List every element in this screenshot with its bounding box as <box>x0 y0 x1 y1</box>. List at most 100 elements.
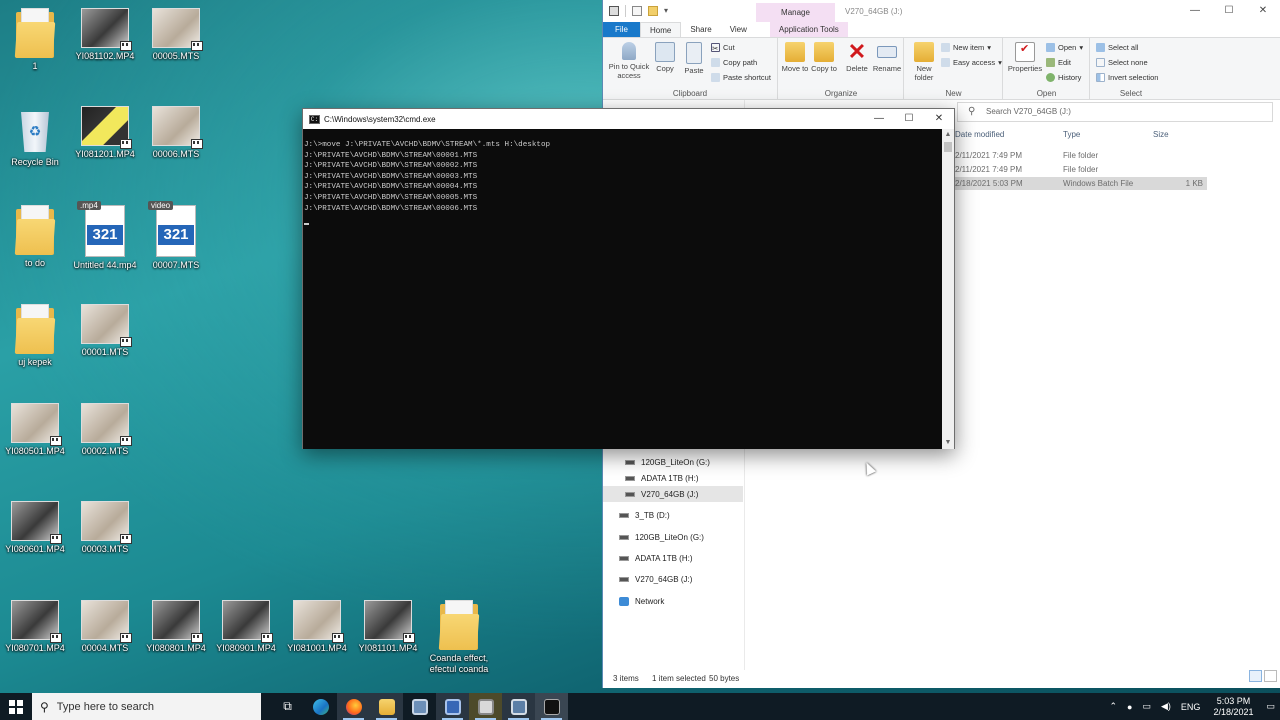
desktop-icon[interactable]: 321 video 00007.MTS <box>142 201 210 271</box>
file-row[interactable]: 2/11/2021 7:49 PM File folder <box>955 149 1207 162</box>
close-icon[interactable]: ✕ <box>1246 0 1280 22</box>
cmd-console-output[interactable]: J:\>move J:\PRIVATE\AVCHD\BDMV\STREAM\*.… <box>303 129 943 449</box>
desktop-icon[interactable]: 00005.MTS <box>142 8 210 62</box>
desktop-icon[interactable]: YI080501.MP4 <box>1 403 69 457</box>
app-button-3[interactable] <box>502 693 535 720</box>
file-row[interactable]: 2/11/2021 7:49 PM File folder <box>955 163 1207 176</box>
notifications-icon[interactable]: ▭ <box>1266 701 1275 712</box>
file-explorer-button[interactable] <box>370 693 403 720</box>
desktop-icon[interactable]: 00004.MTS <box>71 600 139 654</box>
desktop-icon[interactable]: 00003.MTS <box>71 501 139 555</box>
chevron-up-icon[interactable]: ⌃ <box>1110 701 1118 712</box>
tab-view[interactable]: View <box>721 22 756 37</box>
cmd-scrollbar[interactable]: ▲ ▼ <box>942 129 954 449</box>
scroll-up-icon[interactable]: ▲ <box>942 129 954 141</box>
minimize-icon[interactable]: — <box>1178 0 1212 22</box>
properties-quick-icon[interactable] <box>632 6 642 16</box>
clock[interactable]: 5:03 PM 2/18/2021 <box>1213 696 1253 718</box>
explorer-search-input[interactable]: ⚲ Search V270_64GB (J:) <box>957 102 1273 122</box>
tab-home[interactable]: Home <box>640 22 682 37</box>
nav-item[interactable]: ADATA 1TB (H:) <box>625 470 699 486</box>
desktop-icon[interactable]: YI081102.MP4 <box>71 8 139 62</box>
easy-access-button[interactable]: Easy access ▾ <box>941 58 1002 67</box>
nav-item[interactable]: ADATA 1TB (H:) <box>619 550 693 566</box>
desktop-icon[interactable]: uj kepek <box>1 304 69 368</box>
start-button[interactable] <box>0 693 32 720</box>
details-view-icon[interactable] <box>1249 670 1262 682</box>
column-type[interactable]: Type <box>1063 130 1080 139</box>
microphone-icon[interactable]: ● <box>1127 702 1132 712</box>
firefox-button[interactable] <box>337 693 370 720</box>
desktop-icon[interactable]: Coanda effect, efectul coanda <box>425 600 493 675</box>
cmd-taskbar-button[interactable] <box>535 693 568 720</box>
manage-tab[interactable]: Manage <box>756 3 835 22</box>
copy-button[interactable]: Copy <box>653 42 677 73</box>
volume-icon[interactable]: ◀) <box>1161 701 1171 712</box>
desktop-icon[interactable]: YI081001.MP4 <box>283 600 351 654</box>
maximize-icon[interactable]: ☐ <box>1212 0 1246 22</box>
desktop-icon[interactable]: to do <box>1 205 69 269</box>
maximize-icon[interactable]: ☐ <box>894 109 924 129</box>
nav-item[interactable]: 120GB_LiteOn (G:) <box>619 529 704 545</box>
desktop-icon[interactable]: 321 .mp4 Untitled 44.mp4 <box>71 201 139 271</box>
network-icon[interactable]: ▭ <box>1142 701 1151 712</box>
column-date-modified[interactable]: Date modified <box>955 130 1004 139</box>
console-line: J:\PRIVATE\AVCHD\BDMV\STREAM\00004.MTS <box>304 183 478 192</box>
column-size[interactable]: Size <box>1153 130 1169 139</box>
desktop-icon[interactable]: YI080901.MP4 <box>212 600 280 654</box>
nav-item[interactable]: Network <box>619 593 664 609</box>
copy-path-button[interactable]: Copy path <box>711 58 757 67</box>
desktop-icon[interactable]: YI080601.MP4 <box>1 501 69 555</box>
app-button-2[interactable] <box>436 693 469 720</box>
move-to-button[interactable]: Move to <box>781 42 809 73</box>
customize-quick-access-icon[interactable]: ▾ <box>664 6 674 16</box>
history-button[interactable]: History <box>1046 73 1081 82</box>
tab-share[interactable]: Share <box>681 22 720 37</box>
copy-to-button[interactable]: Copy to <box>810 42 838 73</box>
delete-button[interactable]: ✕ Delete <box>843 41 871 74</box>
minimize-icon[interactable]: — <box>864 109 894 129</box>
edge-button[interactable] <box>304 693 337 720</box>
task-view-button[interactable]: ⧉ <box>271 693 304 720</box>
desktop-icon[interactable]: 00002.MTS <box>71 403 139 457</box>
paste-button[interactable]: Paste <box>681 42 707 75</box>
new-item-button[interactable]: New item ▾ <box>941 43 991 52</box>
file-row[interactable]: 2/18/2021 5:03 PM Windows Batch File 1 KB <box>955 177 1207 190</box>
tab-file[interactable]: File <box>603 22 640 37</box>
nav-item[interactable]: 3_TB (D:) <box>619 507 670 523</box>
taskbar-search-box[interactable]: ⚲ Type here to search <box>32 693 261 720</box>
desktop-icon[interactable]: YI081201.MP4 <box>71 106 139 160</box>
desktop-icon[interactable]: 00001.MTS <box>71 304 139 358</box>
desktop-icon[interactable]: YI081101.MP4 <box>354 600 422 654</box>
desktop-icon[interactable]: 1 <box>1 8 69 72</box>
rename-button[interactable]: Rename <box>872 42 902 73</box>
new-folder-quick-icon[interactable] <box>648 6 658 16</box>
desktop-icon[interactable]: ♻ Recycle Bin <box>1 106 69 168</box>
desktop-icon[interactable]: YI080701.MP4 <box>1 600 69 654</box>
tab-application-tools[interactable]: Application Tools <box>769 22 848 37</box>
nav-item[interactable]: 120GB_LiteOn (G:) <box>625 454 710 470</box>
edit-button[interactable]: Edit <box>1046 58 1071 67</box>
video-thumbnail-icon <box>11 403 62 446</box>
new-folder-button[interactable]: New folder <box>909 42 939 82</box>
invert-selection-button[interactable]: Invert selection <box>1096 73 1158 82</box>
nav-item[interactable]: V270_64GB (J:) <box>603 486 743 502</box>
language-indicator[interactable]: ENG <box>1181 702 1201 712</box>
paste-shortcut-button[interactable]: Paste shortcut <box>711 73 771 82</box>
scrollbar-thumb[interactable] <box>944 142 952 152</box>
pin-to-quick-access-button[interactable]: Pin to Quick access <box>607 42 651 80</box>
media-app-button[interactable] <box>469 693 502 720</box>
select-none-button[interactable]: Select none <box>1096 58 1148 67</box>
large-icons-view-icon[interactable] <box>1264 670 1277 682</box>
cut-button[interactable]: ✂ Cut <box>711 43 735 53</box>
rename-label: Rename <box>872 64 902 73</box>
properties-button[interactable]: ✔ Properties <box>1006 42 1044 73</box>
app-button-1[interactable] <box>403 693 436 720</box>
scroll-down-icon[interactable]: ▼ <box>942 437 954 449</box>
nav-item[interactable]: V270_64GB (J:) <box>619 571 692 587</box>
open-button[interactable]: Open ▾ <box>1046 43 1083 52</box>
desktop-icon[interactable]: 00006.MTS <box>142 106 210 160</box>
select-all-button[interactable]: Select all <box>1096 43 1138 52</box>
desktop-icon[interactable]: YI080801.MP4 <box>142 600 210 654</box>
close-icon[interactable]: ✕ <box>924 109 954 129</box>
